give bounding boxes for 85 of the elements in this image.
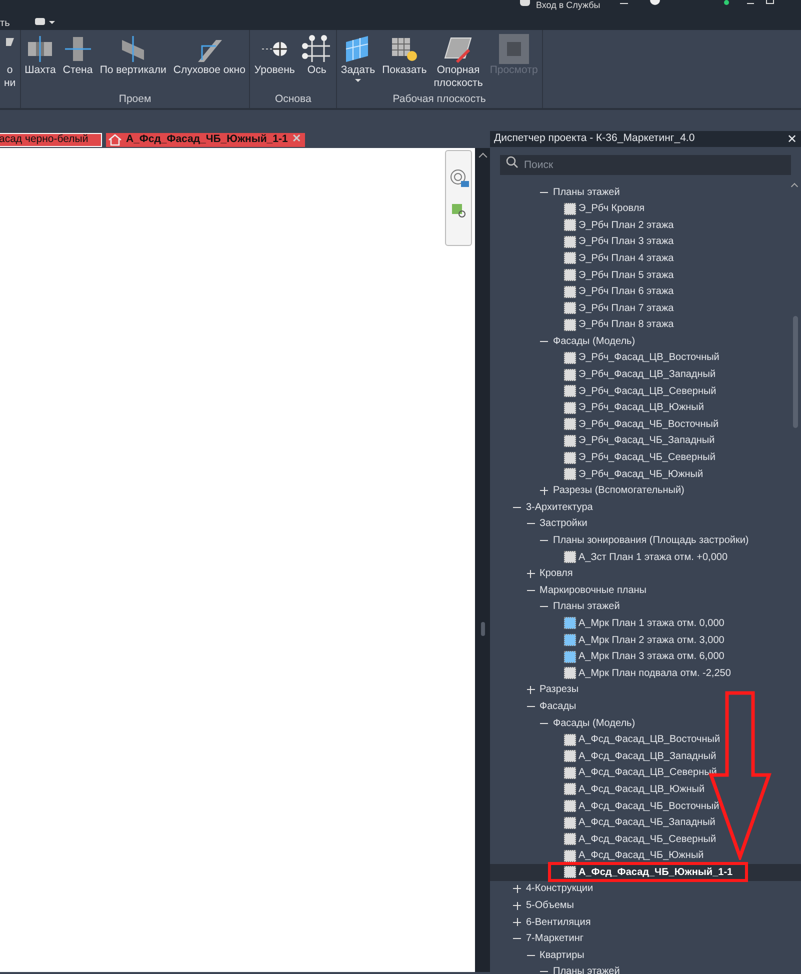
opening-icon xyxy=(6,38,14,46)
panel-header: Диспетчер проекта - К-36_Маркетинг_4.0 ✕ xyxy=(490,131,801,147)
tree-item[interactable]: Э_Рбч_Фасад_ЧБ_Западный xyxy=(564,433,715,448)
tree-item[interactable]: 3-Архитектура xyxy=(513,500,593,515)
ribbon-button[interactable]: Опорная плоскость xyxy=(432,34,484,92)
expand-icon[interactable] xyxy=(540,486,548,495)
ribbon-button[interactable]: Слуховое окно xyxy=(172,34,246,92)
expand-icon[interactable] xyxy=(513,902,521,910)
grid-icon xyxy=(302,34,332,64)
tree-item[interactable]: А_Фсд_Фасад_ЦВ_Западный xyxy=(564,748,716,764)
sign-in-menu[interactable]: Вход в Службы xyxy=(536,0,600,10)
tree-item[interactable]: 7-Маркетинг xyxy=(513,931,584,946)
ribbon-button[interactable]: о ни xyxy=(3,34,17,94)
document-tab[interactable]: А_Фсд_Фасад_ЧБ_Южный_1-1 ✕ xyxy=(106,132,305,146)
tree-item[interactable]: Э_Рбч_Фасад_ЧБ_Южный xyxy=(564,466,704,482)
search-icon xyxy=(506,156,518,168)
scrollbar-thumb[interactable] xyxy=(793,316,798,428)
tree-item[interactable]: Э_Рбч_Фасад_ЦВ_Южный xyxy=(564,400,704,416)
expand-icon[interactable] xyxy=(526,570,534,578)
tree-item[interactable]: А_Фсд_Фасад_ЧБ_Южный xyxy=(564,848,704,864)
splitter-handle[interactable] xyxy=(480,622,484,636)
tree-item[interactable]: А_Фсд_Фасад_ЧБ_Восточный xyxy=(564,798,720,814)
tree-item[interactable]: Э_Рбч_Фасад_ЦВ_Северный xyxy=(564,384,716,399)
tree-item[interactable]: Э_Рбч План 2 этажа xyxy=(564,218,674,233)
tree-item[interactable]: Планы зонирования (Площадь застройки) xyxy=(540,533,749,548)
tree-item[interactable]: А_Фсд_Фасад_ЦВ_Северный xyxy=(564,765,717,780)
tree-item[interactable]: 6-Вентиляция xyxy=(513,914,591,930)
caret-icon[interactable] xyxy=(354,79,361,82)
tree-item[interactable]: Э_Рбч_Фасад_ЦВ_Западный xyxy=(564,367,716,382)
tree-item[interactable]: Фасады xyxy=(526,698,576,714)
tree-item[interactable]: Квартиры xyxy=(526,948,584,963)
tree-item[interactable]: Э_Рбч_Фасад_ЧБ_Северный xyxy=(564,450,716,466)
expand-icon[interactable] xyxy=(513,884,521,893)
ribbon-button[interactable]: Ось xyxy=(300,34,333,92)
tree-item[interactable]: Э_Рбч План 8 этажа xyxy=(564,317,674,332)
search-field[interactable]: Поиск xyxy=(500,154,791,175)
tree-item[interactable]: А_Фсд_Фасад_ЦВ_Восточный xyxy=(564,732,720,748)
tree-item[interactable]: Маркировочные планы xyxy=(526,582,646,598)
tree-item[interactable]: А_Мрк План 2 этажа отм. 3,000 xyxy=(564,632,724,648)
tree-item[interactable]: А_Зст План 1 этажа отм. +0,000 xyxy=(564,550,728,565)
tree-item[interactable]: Э_Рбч План 5 этажа xyxy=(564,268,674,283)
tree-item[interactable]: Э_Рбч_Фасад_ЦВ_Восточный xyxy=(564,350,720,366)
tree-item[interactable]: А_Фсд_Фасад_ЦВ_Южный xyxy=(564,782,705,797)
ribbon-button[interactable]: Уровень xyxy=(253,34,296,92)
ribbon-button[interactable]: По вертикали xyxy=(98,34,168,92)
menu-label[interactable]: ть xyxy=(0,16,10,31)
tree-item[interactable]: А_Мрк План подвала отм. -2,250 xyxy=(564,666,731,681)
expand-icon[interactable] xyxy=(526,686,534,694)
tree-item[interactable]: 5-Объемы xyxy=(513,898,574,914)
tree-item[interactable]: Э_Рбч План 4 этажа xyxy=(564,250,674,266)
panel-title: Рабочая плоскость xyxy=(392,92,487,108)
tree-item[interactable]: Э_Рбч План 3 этажа xyxy=(564,234,674,250)
tree-item[interactable]: Э_Рбч План 6 этажа xyxy=(564,284,674,300)
panel-title: Основа xyxy=(274,92,312,108)
ribbon-button[interactable]: Задать xyxy=(340,34,376,92)
ribbon-button[interactable]: Стена xyxy=(62,34,94,92)
tree-item[interactable]: Фасады (Модель) xyxy=(540,716,636,731)
restore-icon[interactable] xyxy=(766,0,774,4)
close-icon[interactable]: ✕ xyxy=(787,132,797,145)
wall-opening-icon xyxy=(62,34,93,64)
tree-item[interactable]: Застройки xyxy=(526,516,588,532)
caret-icon[interactable] xyxy=(49,21,55,24)
tree-item[interactable]: Разрезы (Вспомогательный) xyxy=(540,483,684,498)
ribbon-button[interactable]: Показать xyxy=(381,34,428,92)
tree-item[interactable]: А_Фсд_Фасад_ЧБ_Западный xyxy=(564,815,716,830)
tree-item[interactable]: Э_Рбч План 7 этажа xyxy=(564,300,674,316)
tree-item[interactable]: Э_Рбч_Фасад_ЧБ_Восточный xyxy=(564,416,719,432)
video-icon[interactable] xyxy=(35,18,45,25)
tree-item[interactable]: А_Фсд_Фасад_ЧБ_Северный xyxy=(564,832,716,847)
steering-wheel-icon[interactable] xyxy=(449,169,469,187)
tree-item[interactable]: Фасады (Модель) xyxy=(540,334,636,349)
panel-title: Проем xyxy=(118,92,152,108)
tree-item[interactable]: Планы этажей xyxy=(540,599,620,614)
tree-item[interactable]: А_Мрк План 1 этажа отм. 0,000 xyxy=(564,616,724,631)
tree-item[interactable]: Кровля xyxy=(526,566,573,582)
viewer-icon xyxy=(498,34,529,64)
tree-item[interactable]: 4-Конструкции xyxy=(513,881,594,896)
expand-icon[interactable] xyxy=(513,918,521,926)
tree-item[interactable]: А_Мрк План 3 этажа отм. 6,000 xyxy=(564,649,724,664)
tree-item[interactable]: Планы этажей xyxy=(540,184,620,200)
zoom-icon[interactable] xyxy=(451,203,467,219)
navigation-bar[interactable] xyxy=(445,150,472,246)
tree-item[interactable]: Э_Рбч Кровля xyxy=(564,201,645,216)
ribbon-button[interactable]: Шахта xyxy=(24,34,57,92)
tree-item[interactable]: Разрезы xyxy=(526,682,579,698)
